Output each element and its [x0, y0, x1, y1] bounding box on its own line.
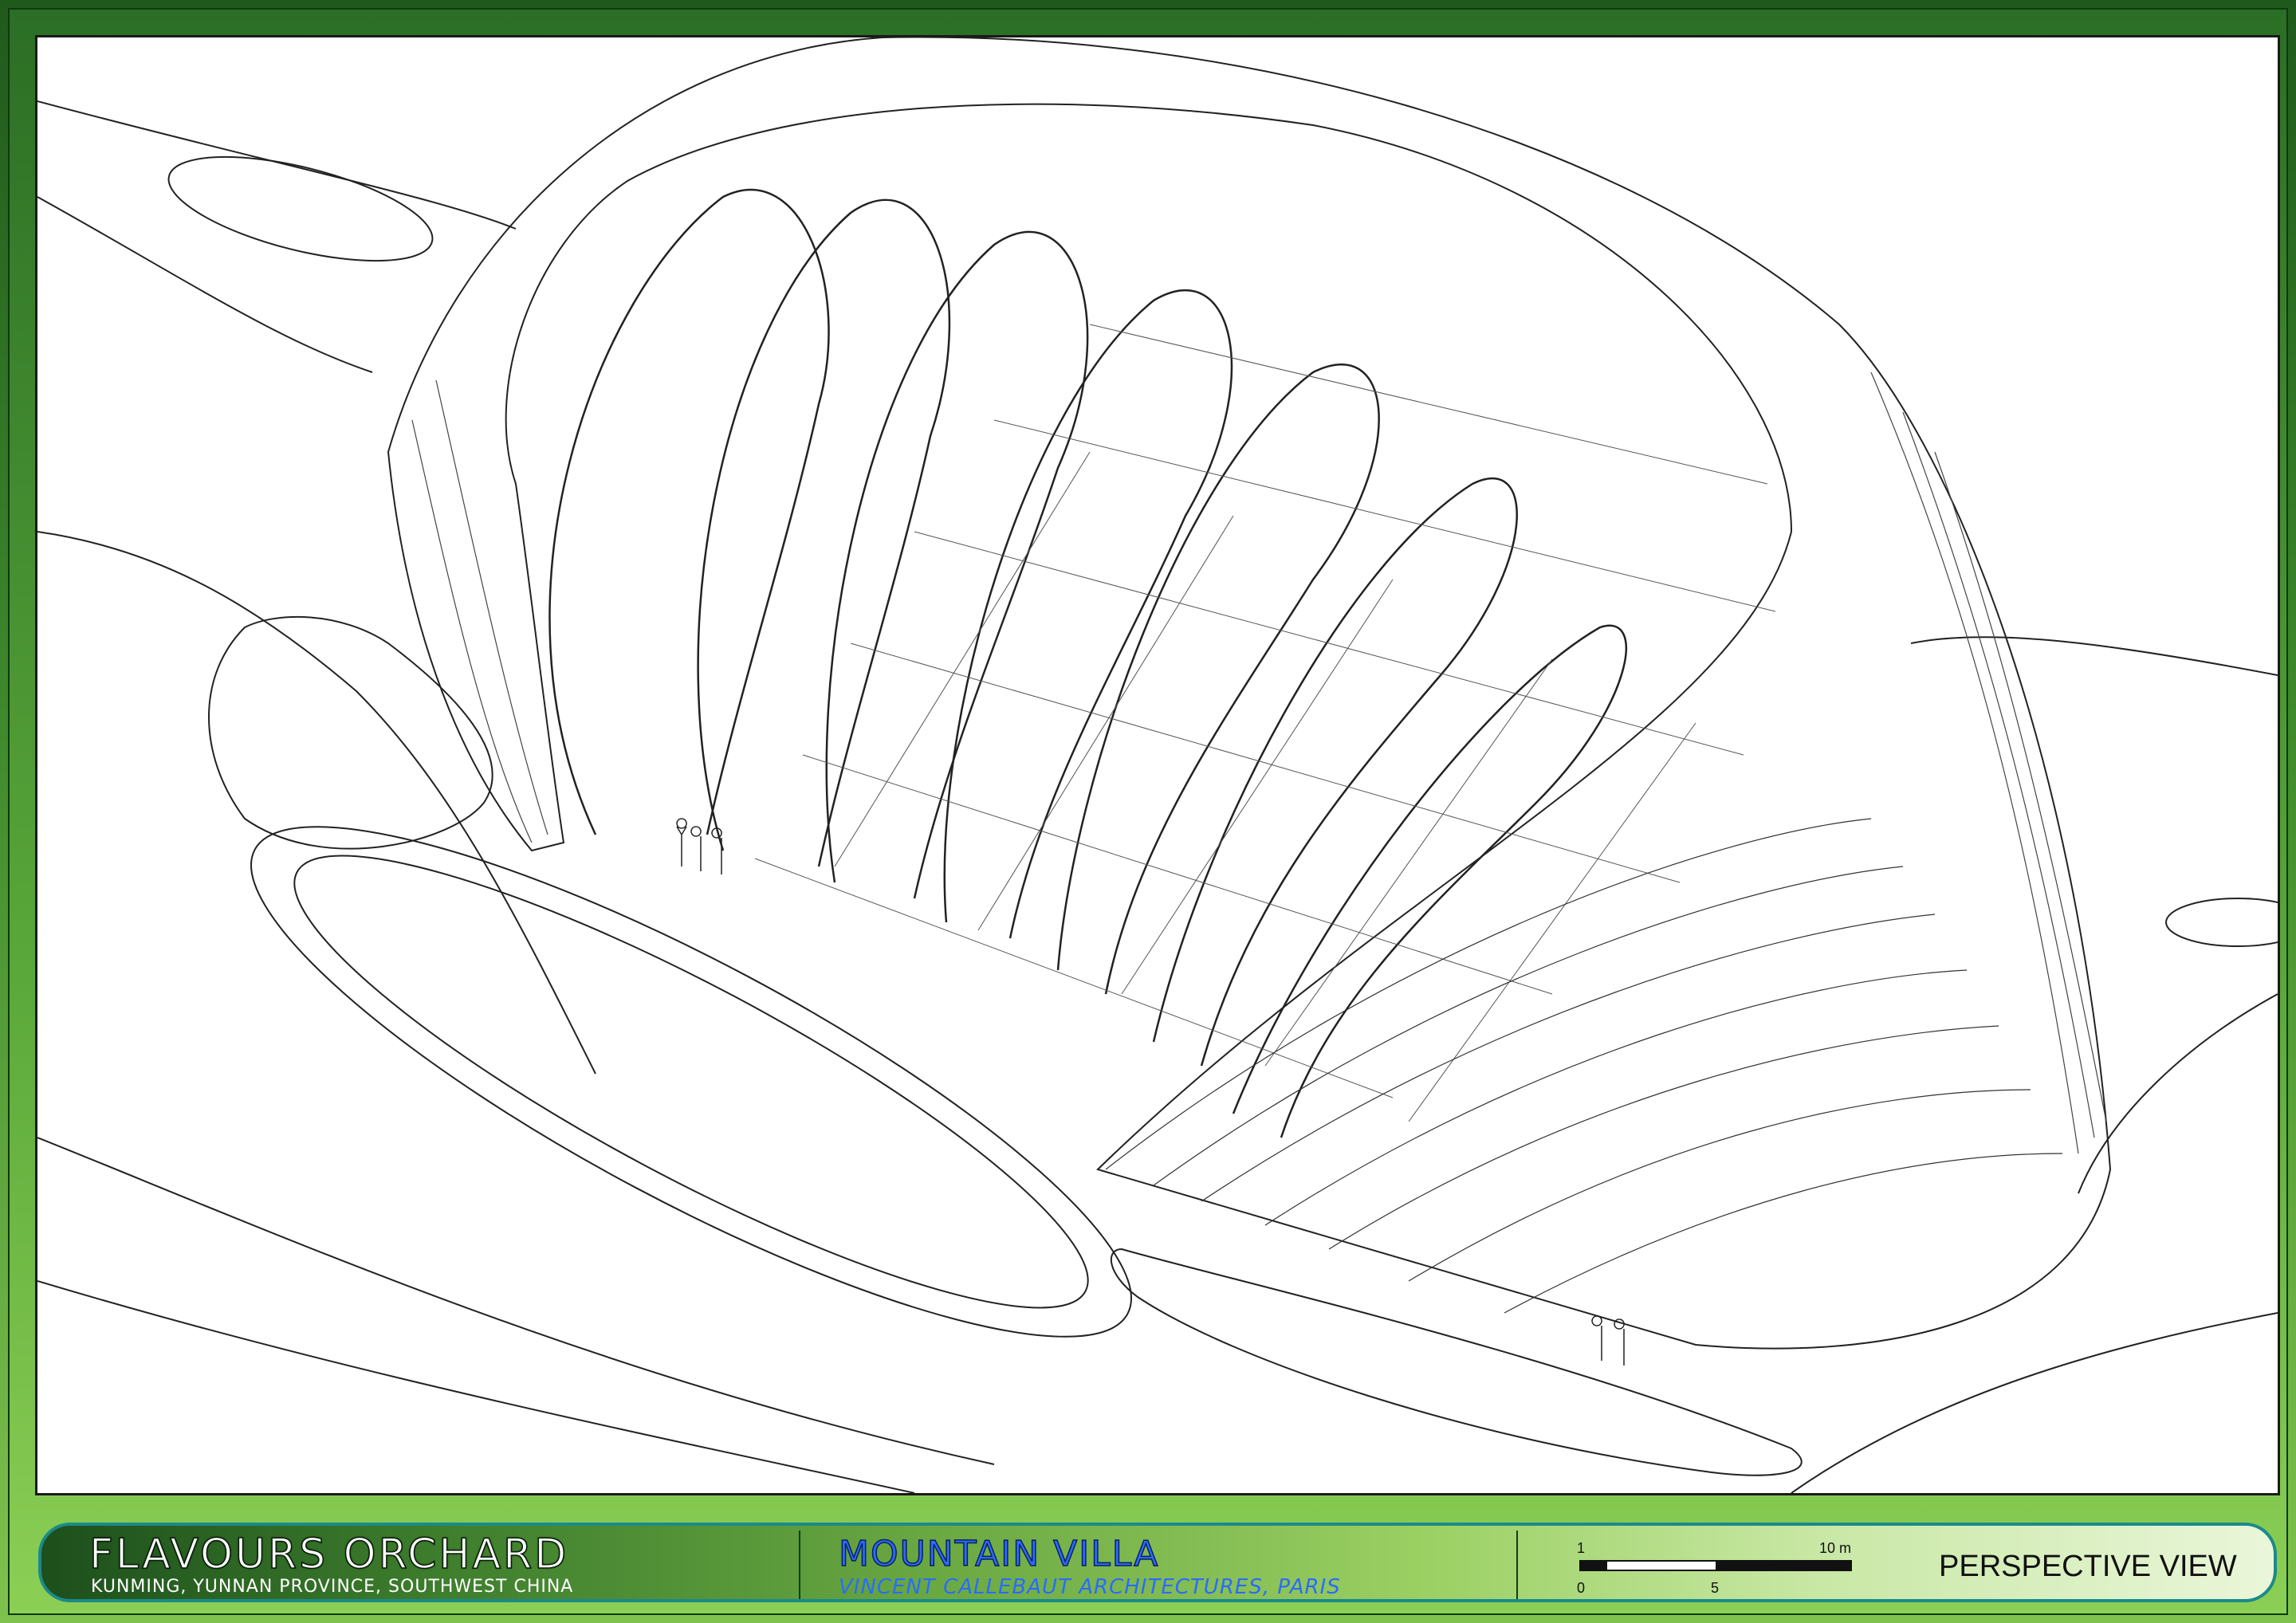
- title-divider: [799, 1531, 800, 1599]
- scale-label-1: 1: [1577, 1540, 1586, 1556]
- project-title: FLAVOURS ORCHARD: [88, 1530, 569, 1579]
- view-label: PERSPECTIVE VIEW: [1939, 1550, 2237, 1583]
- drawing-sheet: FLAVOURS ORCHARD KUNMING, YUNNAN PROVINC…: [8, 8, 2288, 1615]
- title-block: FLAVOURS ORCHARD KUNMING, YUNNAN PROVINC…: [38, 1523, 2277, 1602]
- scale-graphic: [1579, 1560, 1852, 1571]
- scale-label-10m: 10 m: [1819, 1540, 1852, 1556]
- architectural-line-drawing: [37, 37, 2278, 1493]
- perspective-drawing: [35, 35, 2280, 1495]
- architect-credit: VINCENT CALLEBAUT ARCHITECTURES, PARIS: [839, 1575, 1341, 1599]
- building-name: MOUNTAIN VILLA: [838, 1533, 1160, 1575]
- scale-bar: 1 10 m 0 5: [1548, 1540, 1867, 1596]
- scale-label-5: 5: [1711, 1580, 1720, 1596]
- scale-label-0: 0: [1577, 1580, 1586, 1596]
- title-divider: [1516, 1531, 1518, 1599]
- project-location: KUNMING, YUNNAN PROVINCE, SOUTHWEST CHIN…: [91, 1577, 574, 1597]
